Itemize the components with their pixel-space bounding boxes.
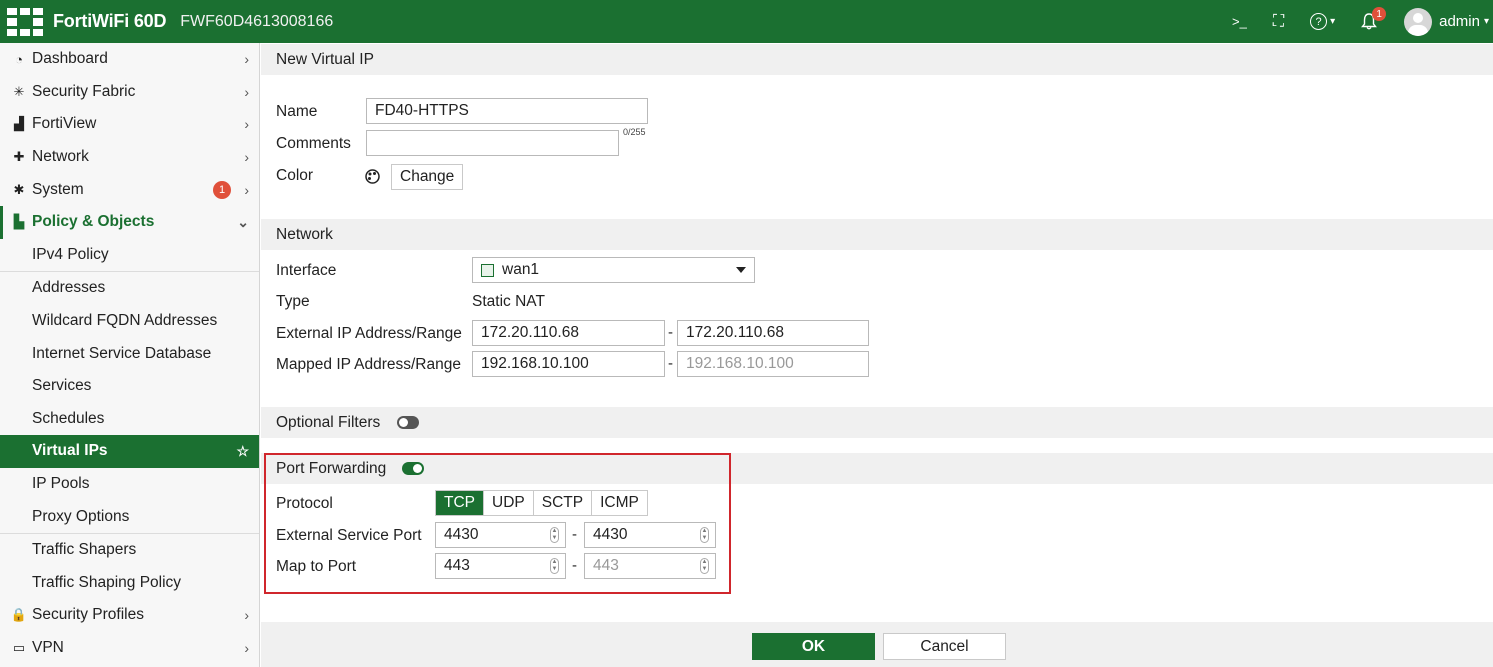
monitor-icon: ▭ <box>12 639 26 655</box>
sidebar-item-security-fabric[interactable]: ✳ Security Fabric › <box>0 76 259 109</box>
sidebar-item-virtual-ips[interactable]: Virtual IPs ☆ <box>0 435 259 468</box>
interface-label: Interface <box>276 262 337 279</box>
chevron-right-icon: › <box>244 116 249 133</box>
chevron-right-icon: › <box>244 149 249 166</box>
sidebar-item-network[interactable]: ✚ Network › <box>0 141 259 174</box>
sidebar-item-addresses[interactable]: Addresses <box>0 272 259 305</box>
chevron-right-icon: › <box>244 607 249 624</box>
lock-icon: 🔒 <box>10 607 28 623</box>
mapped-ip-end-input[interactable]: 192.168.10.100 <box>677 351 869 377</box>
sidebar-item-proxy-options[interactable]: Proxy Options <box>0 500 259 533</box>
star-icon[interactable]: ☆ <box>236 443 249 460</box>
notification-count-badge: 1 <box>1372 7 1387 21</box>
change-color-button[interactable]: Change <box>391 164 464 190</box>
port-forwarding-highlight-box <box>264 453 731 594</box>
top-bar: FortiWiFi 60D FWF60D4613008166 >_ ⛶ ? ▾ … <box>0 0 1493 43</box>
cancel-button[interactable]: Cancel <box>883 633 1006 660</box>
chevron-right-icon: › <box>244 181 249 198</box>
sidebar-item-internet-service-db[interactable]: Internet Service Database <box>0 337 259 370</box>
form-footer <box>261 622 1493 667</box>
optional-filters-toggle[interactable] <box>397 416 419 429</box>
color-label: Color <box>276 167 314 184</box>
sidebar: ◔ Dashboard › ✳ Security Fabric › ▟ Fort… <box>0 43 260 667</box>
chevron-right-icon: › <box>244 51 249 68</box>
network-section-heading: Network <box>261 219 1493 250</box>
cli-console-icon[interactable]: >_ <box>1232 14 1247 29</box>
policy-icon: ▙ <box>14 214 24 230</box>
chart-icon: ▟ <box>14 116 24 132</box>
help-icon[interactable]: ? ▾ <box>1310 13 1335 30</box>
comments-textarea[interactable] <box>366 130 619 156</box>
fullscreen-icon[interactable]: ⛶ <box>1273 13 1284 31</box>
fortinet-logo <box>7 7 43 36</box>
page-title: New Virtual IP <box>261 44 1493 75</box>
type-value: Static NAT <box>472 293 545 310</box>
device-model: FortiWiFi 60D <box>53 11 167 31</box>
sidebar-item-security-profiles[interactable]: 🔒 Security Profiles › <box>0 599 259 632</box>
external-ip-start-input[interactable]: 172.20.110.68 <box>472 320 665 346</box>
name-input[interactable]: FD40-HTTPS <box>366 98 648 124</box>
external-ip-label: External IP Address/Range <box>276 325 462 342</box>
gear-icon: ✱ <box>13 181 25 197</box>
fabric-icon: ✳ <box>13 83 25 99</box>
port-icon <box>481 263 494 277</box>
sidebar-item-system[interactable]: ✱ System 1 › <box>0 173 259 206</box>
optional-filters-row: Optional Filters <box>261 407 1493 438</box>
user-menu[interactable]: admin <box>1439 13 1480 30</box>
sidebar-item-vpn[interactable]: ▭ VPN › <box>0 632 259 665</box>
chevron-right-icon: › <box>244 639 249 656</box>
dashboard-icon: ◔ <box>15 51 23 67</box>
sidebar-item-services[interactable]: Services <box>0 370 259 403</box>
chevron-down-icon: ⌄ <box>237 213 249 230</box>
sidebar-item-wildcard-fqdn[interactable]: Wildcard FQDN Addresses <box>0 305 259 338</box>
sidebar-item-schedules[interactable]: Schedules <box>0 403 259 436</box>
mapped-ip-start-input[interactable]: 192.168.10.100 <box>472 351 665 377</box>
type-label: Type <box>276 293 310 310</box>
status-badge: 1 <box>213 180 231 199</box>
interface-select[interactable]: wan1 <box>472 257 755 283</box>
user-menu-caret-icon[interactable]: ▾ <box>1484 16 1489 27</box>
comments-counter: 0/255 <box>623 127 646 137</box>
sidebar-item-dashboard[interactable]: ◔ Dashboard › <box>0 43 259 76</box>
sidebar-item-traffic-shapers[interactable]: Traffic Shapers <box>0 534 259 567</box>
sidebar-item-ip-pools[interactable]: IP Pools <box>0 468 259 501</box>
chevron-down-icon <box>736 267 746 273</box>
sidebar-item-fortiview[interactable]: ▟ FortiView › <box>0 108 259 141</box>
chevron-right-icon: › <box>244 83 249 100</box>
sidebar-item-policy-objects[interactable]: ▙ Policy & Objects ⌄ <box>0 205 259 239</box>
name-label: Name <box>276 103 318 120</box>
external-ip-end-input[interactable]: 172.20.110.68 <box>677 320 869 346</box>
ok-button[interactable]: OK <box>752 633 875 660</box>
sidebar-item-ipv4-policy[interactable]: IPv4 Policy <box>0 239 259 272</box>
notifications-bell-icon[interactable]: 1 <box>1361 7 1387 30</box>
user-avatar[interactable] <box>1404 7 1433 36</box>
palette-icon <box>365 169 380 184</box>
main-panel: New Virtual IP Name FD40-HTTPS Comments … <box>261 43 1493 667</box>
device-serial: FWF60D4613008166 <box>180 12 334 30</box>
network-icon: ✚ <box>13 149 25 165</box>
comments-label: Comments <box>276 135 351 152</box>
mapped-ip-label: Mapped IP Address/Range <box>276 356 461 373</box>
sidebar-item-traffic-shaping-policy[interactable]: Traffic Shaping Policy <box>0 567 259 600</box>
